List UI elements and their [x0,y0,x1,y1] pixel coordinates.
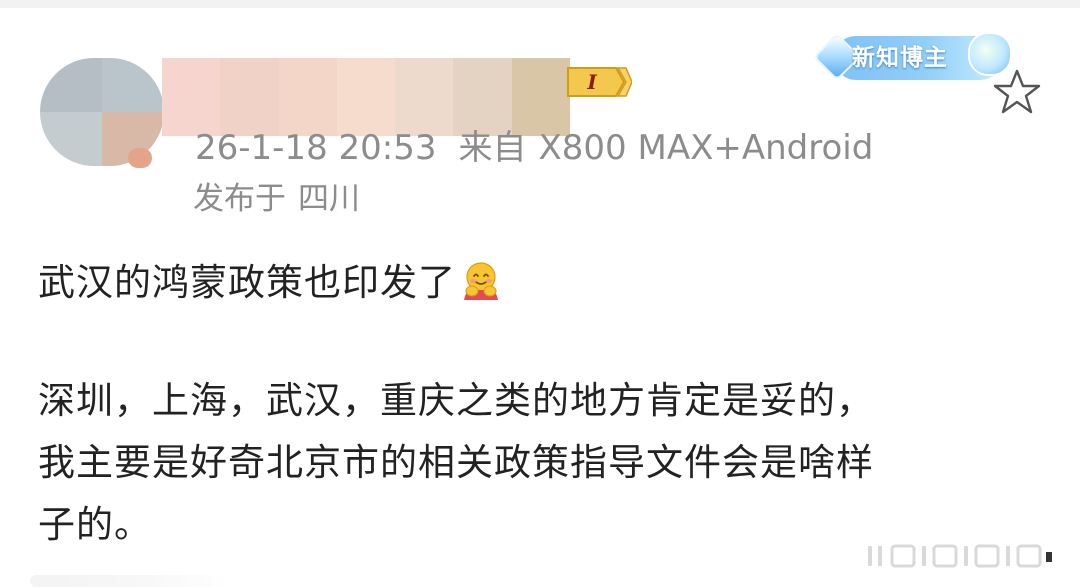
avatar-blur-cell [102,58,164,112]
post-timestamp: 26-1-18 20:53 [195,128,437,168]
user-level-badge[interactable]: I [566,66,632,98]
star-outline-icon [993,69,1041,114]
hug-emoji-icon [464,262,498,300]
avatar-verified-dot [128,148,152,168]
level-badge-text: I [587,70,597,94]
source-prefix: 来自 [458,128,527,168]
post-paragraph-line: 子的。 [38,503,152,546]
post-paragraph: 武汉的鸿蒙政策也印发了 [38,254,502,312]
blogger-badge-label: 新知博主 [852,45,948,71]
post-location: 发布于 四川 [193,176,360,222]
paragraph-text: 武汉的鸿蒙政策也印发了 [38,261,456,304]
weibo-post-page: I 26-1-18 20:53 来自 X800 MAX+Android 发布于 四川 … [0,0,1080,587]
post-paragraph-line: 深圳，上海，武汉，重庆之类的地方肯定是妥的， [38,379,874,422]
location-name: 四川 [298,181,360,217]
post-meta: 26-1-18 20:53 来自 X800 MAX+Android [195,124,873,172]
post-paragraph-line: 我主要是好奇北京市的相关政策指导文件会是啥样 [38,441,874,484]
watermark-mark [868,544,1052,568]
new-knowledge-blogger-badge[interactable]: 新知博主 [812,28,1012,84]
faint-watermark [862,542,1062,570]
avatar-blur-cell [40,58,102,112]
avatar-blur-cell [40,112,102,166]
top-divider [0,0,1080,8]
next-item-fade [30,575,230,587]
source-device[interactable]: X800 MAX+Android [539,128,874,168]
location-prefix: 发布于 [193,181,286,217]
favorite-button[interactable] [992,68,1042,116]
